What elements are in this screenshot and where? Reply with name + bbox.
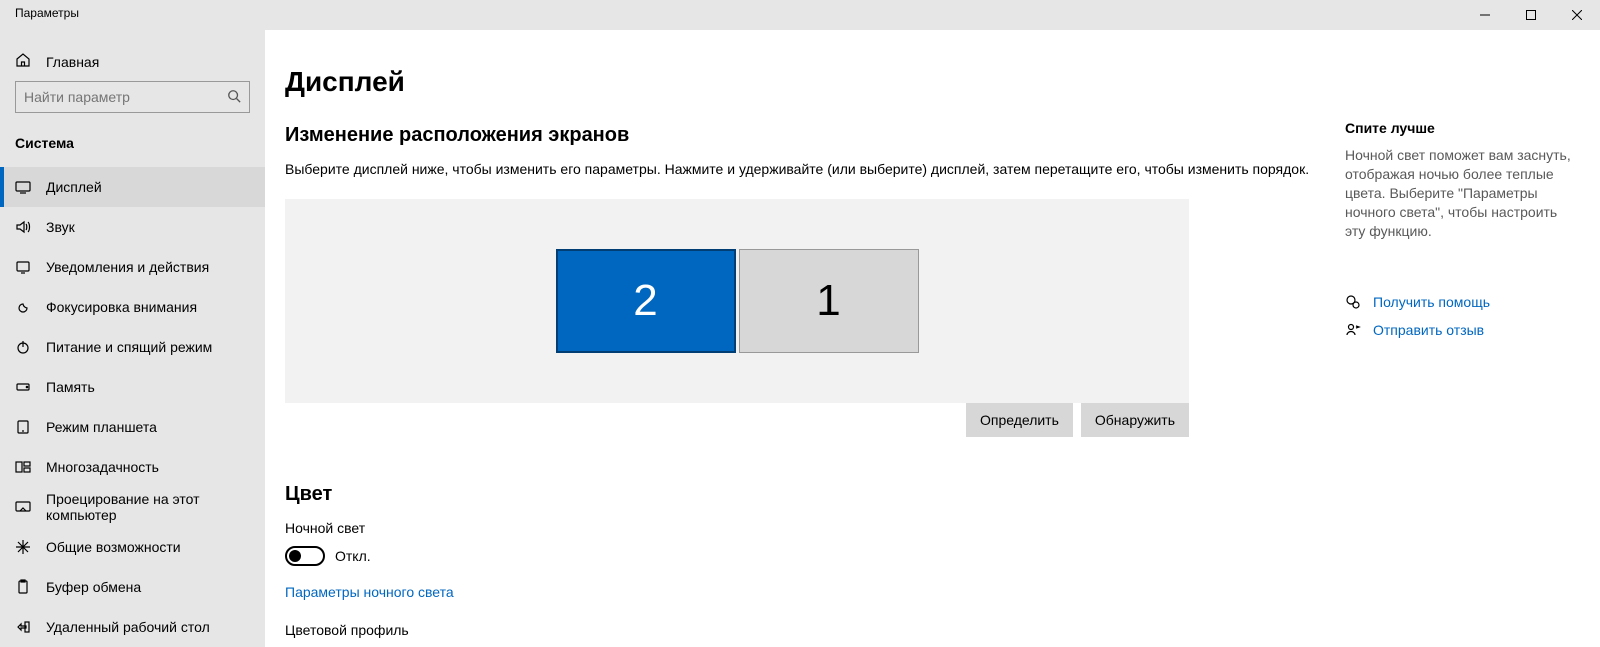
get-help-link[interactable]: Получить помощь [1373, 294, 1490, 310]
tip-body: Ночной свет поможет вам заснуть, отображ… [1345, 146, 1575, 240]
sidebar-item-display[interactable]: Дисплей [0, 167, 265, 207]
sidebar-item-label: Проецирование на этот компьютер [46, 491, 250, 523]
night-light-toggle[interactable] [285, 546, 325, 566]
sidebar-item-label: Дисплей [46, 179, 102, 195]
sidebar-item-projecting[interactable]: Проецирование на этот компьютер [0, 487, 265, 527]
night-light-settings-link[interactable]: Параметры ночного света [285, 584, 454, 600]
sidebar-item-label: Память [46, 379, 95, 395]
sidebar-item-storage[interactable]: Память [0, 367, 265, 407]
identify-button[interactable]: Определить [966, 403, 1073, 437]
sidebar-item-label: Питание и спящий режим [46, 339, 212, 355]
monitor-1[interactable]: 1 [739, 249, 919, 353]
night-light-toggle-row: Откл. [285, 546, 1345, 566]
sidebar-item-shared[interactable]: Общие возможности [0, 527, 265, 567]
display-icon [15, 179, 31, 195]
power-icon [15, 339, 31, 355]
notifications-icon [15, 259, 31, 275]
feedback-link-row: Отправить отзыв [1345, 322, 1575, 338]
window-controls [1462, 0, 1600, 30]
tip-title: Спите лучше [1345, 120, 1575, 136]
focus-icon [15, 299, 31, 315]
content: Дисплей Изменение расположения экранов В… [265, 30, 1600, 647]
help-link-row: Получить помощь [1345, 294, 1575, 310]
sidebar: Главная Система Дисплей [0, 30, 265, 647]
sidebar-item-label: Многозадачность [46, 459, 159, 475]
sidebar-item-label: Фокусировка внимания [46, 299, 197, 315]
section-color: Цвет Ночной свет Откл. Параметры ночного… [285, 483, 1345, 647]
shared-icon [15, 539, 31, 555]
section-color-title: Цвет [285, 483, 1345, 506]
detect-button[interactable]: Обнаружить [1081, 403, 1189, 437]
remote-icon [15, 619, 31, 635]
sidebar-item-power[interactable]: Питание и спящий режим [0, 327, 265, 367]
sidebar-item-multitasking[interactable]: Многозадачность [0, 447, 265, 487]
monitor-2[interactable]: 2 [556, 249, 736, 353]
sidebar-item-label: Режим планшета [46, 419, 157, 435]
clipboard-icon [15, 579, 31, 595]
sidebar-item-sound[interactable]: Звук [0, 207, 265, 247]
workspace: Главная Система Дисплей [0, 30, 1600, 647]
help-icon [1345, 294, 1361, 310]
search-icon [227, 89, 241, 106]
rearrange-description: Выберите дисплей ниже, чтобы изменить ег… [285, 161, 1345, 177]
storage-icon [15, 379, 31, 395]
sidebar-item-label: Удаленный рабочий стол [46, 619, 210, 635]
main: Дисплей Изменение расположения экранов В… [285, 66, 1345, 647]
sidebar-item-focus[interactable]: Фокусировка внимания [0, 287, 265, 327]
sidebar-item-remote[interactable]: Удаленный рабочий стол [0, 607, 265, 647]
sidebar-home[interactable]: Главная [0, 48, 265, 75]
search-box[interactable] [15, 81, 250, 113]
sidebar-home-label: Главная [46, 54, 99, 70]
display-arranger[interactable]: 2 1 [285, 199, 1189, 403]
sidebar-item-label: Звук [46, 219, 75, 235]
sidebar-item-notifications[interactable]: Уведомления и действия [0, 247, 265, 287]
maximize-button[interactable] [1508, 0, 1554, 30]
search-wrap [0, 81, 265, 113]
send-feedback-link[interactable]: Отправить отзыв [1373, 322, 1484, 338]
sidebar-item-label: Общие возможности [46, 539, 181, 555]
close-button[interactable] [1554, 0, 1600, 30]
color-profile-label: Цветовой профиль [285, 622, 1345, 638]
sidebar-item-label: Буфер обмена [46, 579, 141, 595]
sound-icon [15, 219, 31, 235]
search-input[interactable] [24, 89, 227, 105]
right-rail: Спите лучше Ночной свет поможет вам засн… [1345, 66, 1575, 647]
titlebar: Параметры [0, 0, 1600, 30]
projecting-icon [15, 499, 31, 515]
feedback-icon [1345, 322, 1361, 338]
minimize-button[interactable] [1462, 0, 1508, 30]
sidebar-item-tablet[interactable]: Режим планшета [0, 407, 265, 447]
multitasking-icon [15, 459, 31, 475]
help-links: Получить помощь Отправить отзыв [1345, 294, 1575, 338]
home-icon [15, 52, 31, 71]
sidebar-group-system: Система [0, 129, 265, 157]
sidebar-nav: Дисплей Звук Уведомления и действия Фоку… [0, 167, 265, 647]
arranger-buttons: Определить Обнаружить [285, 403, 1189, 437]
night-light-label: Ночной свет [285, 520, 1345, 536]
app-title: Параметры [0, 0, 79, 20]
toggle-state-label: Откл. [335, 548, 371, 564]
toggle-knob [289, 550, 301, 562]
page-title: Дисплей [285, 66, 1345, 98]
tablet-icon [15, 419, 31, 435]
sidebar-item-clipboard[interactable]: Буфер обмена [0, 567, 265, 607]
sidebar-item-label: Уведомления и действия [46, 259, 209, 275]
section-rearrange-title: Изменение расположения экранов [285, 124, 1345, 147]
